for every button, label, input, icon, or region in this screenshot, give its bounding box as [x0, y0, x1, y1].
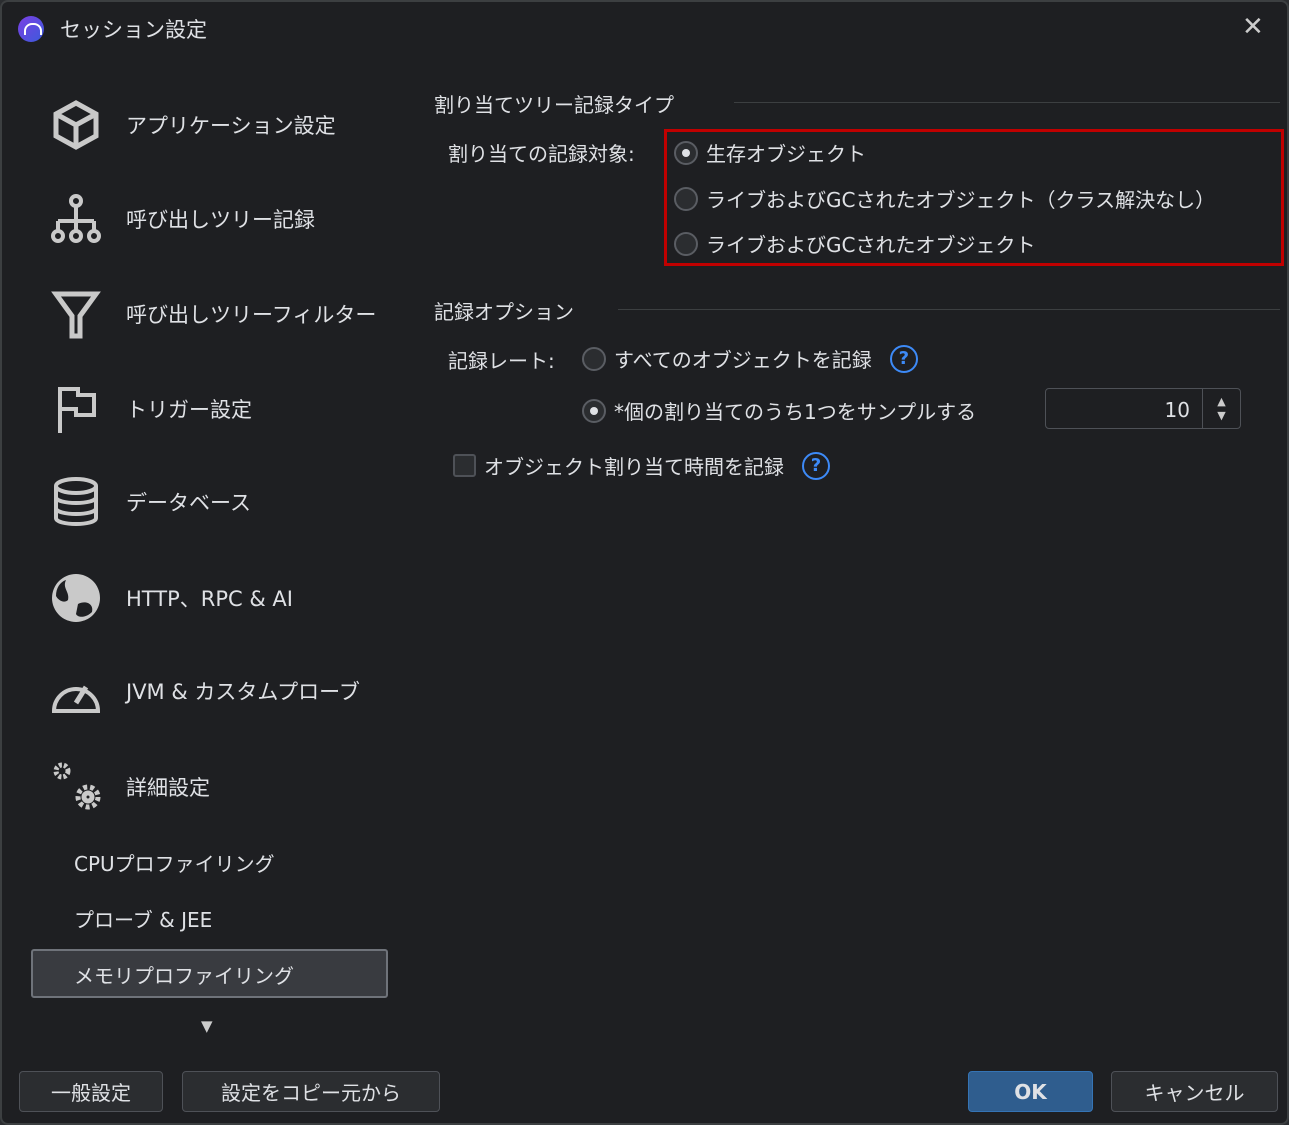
radio-label: すべてのオブジェクトを記録: [614, 348, 872, 372]
sidebar-item-label: 詳細設定: [126, 776, 210, 800]
sidebar-subitem-cpu[interactable]: CPUプロファイリング: [74, 848, 275, 877]
help-icon[interactable]: ?: [802, 451, 830, 480]
sidebar-item-call-tree-filter[interactable]: 呼び出しツリーフィルター: [48, 284, 408, 344]
app-logo-icon: [18, 16, 44, 42]
database-icon: [54, 477, 98, 526]
flag-icon: [58, 387, 96, 433]
sidebar-item-database[interactable]: データベース: [48, 472, 408, 532]
sidebar-item-application[interactable]: アプリケーション設定: [48, 95, 408, 155]
radio-button[interactable]: [582, 398, 606, 423]
radio-label: ライブおよびGCされたオブジェクト（クラス解決なし）: [706, 188, 1216, 212]
spinner-arrows[interactable]: ▲ ▼: [1202, 389, 1240, 428]
alloc-section-title: 割り当てツリー記録タイプ: [434, 93, 674, 117]
cube-icon: [53, 100, 99, 150]
general-settings-button[interactable]: 一般設定: [19, 1071, 163, 1112]
copy-settings-button[interactable]: 設定をコピー元から: [182, 1071, 440, 1112]
ok-button[interactable]: OK: [968, 1071, 1093, 1112]
gauge-icon: [51, 685, 101, 713]
sidebar-item-triggers[interactable]: トリガー設定: [48, 379, 408, 439]
help-icon[interactable]: ?: [889, 344, 918, 373]
radio-live-gc[interactable]: ライブおよびGCされたオブジェクト: [674, 229, 1035, 258]
sidebar-item-label: トリガー設定: [126, 398, 252, 422]
radio-live-objects[interactable]: 生存オブジェクト: [674, 138, 866, 167]
radio-button[interactable]: [674, 140, 698, 165]
sample-spinner[interactable]: 10 ▲ ▼: [1045, 388, 1241, 429]
sidebar-subitem-probes[interactable]: プローブ & JEE: [74, 904, 212, 933]
globe-icon: [52, 574, 100, 622]
sidebar-item-label: JVM & カスタムプローブ: [126, 680, 360, 704]
checkbox[interactable]: [453, 454, 476, 477]
section-divider: [734, 102, 1280, 103]
radio-button[interactable]: [674, 186, 698, 211]
sidebar-item-advanced: 詳細設定: [48, 757, 408, 817]
checkbox-label: オブジェクト割り当て時間を記録: [484, 455, 784, 479]
alloc-target-label: 割り当ての記録対象:: [448, 142, 635, 166]
section-divider: [618, 309, 1280, 310]
sidebar-item-label: HTTP、RPC & AI: [126, 587, 293, 611]
sample-value-input[interactable]: 10: [1046, 389, 1202, 428]
radio-label: 生存オブジェクト: [706, 142, 866, 166]
sidebar-item-label: データベース: [126, 491, 251, 515]
checkbox-record-time[interactable]: オブジェクト割り当て時間を記録?: [453, 451, 830, 480]
record-rate-label: 記録レート:: [448, 349, 555, 373]
sidebar-item-label: 呼び出しツリー記録: [126, 208, 315, 232]
sidebar-item-call-tree[interactable]: 呼び出しツリー記録: [48, 189, 408, 249]
spinner-down-icon[interactable]: ▼: [1217, 409, 1225, 423]
radio-sample[interactable]: *個の割り当てのうち1つをサンプルする: [582, 396, 976, 425]
radio-label: *個の割り当てのうち1つをサンプルする: [614, 400, 977, 424]
gears-icon: [53, 762, 101, 810]
radio-button[interactable]: [674, 231, 698, 256]
sidebar-item-label: アプリケーション設定: [126, 114, 336, 138]
sidebar-item-http[interactable]: HTTP、RPC & AI: [48, 568, 408, 628]
dialog-title: セッション設定: [60, 18, 207, 42]
cancel-button[interactable]: キャンセル: [1111, 1071, 1278, 1112]
tree-icon: [51, 194, 101, 243]
session-settings-dialog: セッション設定 ✕ アプリケーション設定 呼び出しツリー記録 呼び出しツリーフィ…: [0, 0, 1289, 1125]
record-options-title: 記録オプション: [434, 300, 574, 324]
spinner-up-icon[interactable]: ▲: [1217, 395, 1225, 409]
sidebar-item-label: 呼び出しツリーフィルター: [126, 303, 377, 327]
sidebar-subitem-memory[interactable]: メモリプロファイリング: [74, 960, 294, 989]
radio-live-gc-no-class[interactable]: ライブおよびGCされたオブジェクト（クラス解決なし）: [674, 184, 1215, 213]
radio-label: ライブおよびGCされたオブジェクト: [706, 233, 1036, 257]
scroll-down-icon[interactable]: ▼: [201, 1017, 213, 1035]
sidebar-item-jvm[interactable]: JVM & カスタムプローブ: [48, 661, 408, 721]
close-icon[interactable]: ✕: [1242, 12, 1264, 42]
radio-record-all[interactable]: すべてのオブジェクトを記録?: [582, 344, 918, 373]
filter-icon: [51, 291, 101, 339]
radio-button[interactable]: [582, 346, 606, 371]
